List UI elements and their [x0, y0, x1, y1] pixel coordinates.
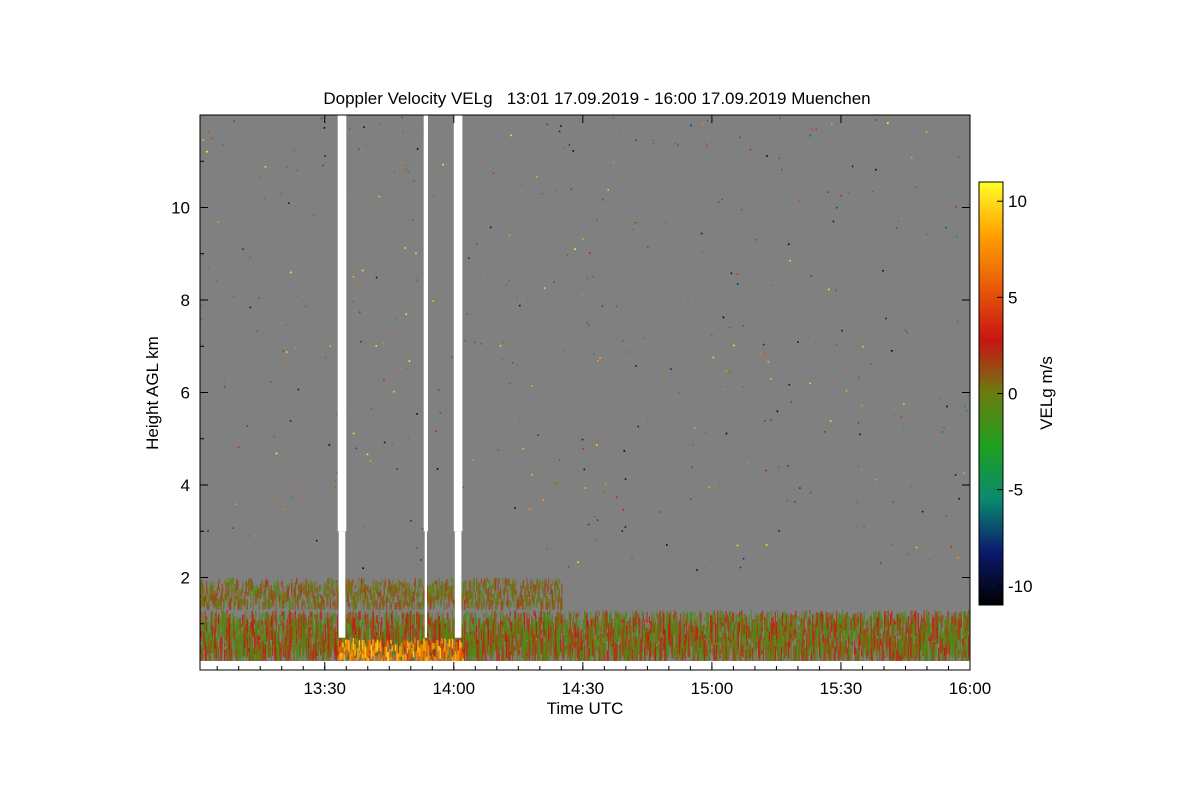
- colorbar-tick-label: -10: [1008, 577, 1033, 596]
- data-gap-lower-3: [454, 531, 462, 638]
- data-gap-3: [453, 115, 463, 532]
- x-tick-label: 13:30: [303, 679, 346, 698]
- x-tick-label: 15:00: [691, 679, 734, 698]
- x-tick-label: 14:30: [562, 679, 605, 698]
- data-gap-1: [337, 115, 347, 532]
- x-tick-label: 16:00: [949, 679, 992, 698]
- chart-title: Doppler Velocity VELg 13:01 17.09.2019 -…: [323, 89, 870, 108]
- y-tick-label: 2: [181, 569, 190, 588]
- x-tick-label: 14:00: [433, 679, 476, 698]
- x-tick-label: 15:30: [820, 679, 863, 698]
- plot-area: [200, 115, 970, 670]
- y-tick-label: 8: [181, 291, 190, 310]
- colorbar-tick-label: 10: [1008, 192, 1027, 211]
- surface-blind-zone: [200, 661, 970, 670]
- y-tick-label: 4: [181, 476, 190, 495]
- y-axis-label: Height AGL km: [143, 336, 162, 450]
- data-gap-lower-2: [424, 531, 427, 638]
- colorbar-tick-label: -5: [1008, 481, 1023, 500]
- y-tick-label: 6: [181, 384, 190, 403]
- colorbar-tick-label: 0: [1008, 385, 1017, 404]
- y-tick-label: 10: [171, 199, 190, 218]
- x-axis-label: Time UTC: [547, 699, 624, 718]
- colorbar-label: VELg m/s: [1037, 356, 1056, 430]
- colorbar-tick-label: 5: [1008, 288, 1017, 307]
- chart: Doppler Velocity VELg 13:01 17.09.2019 -…: [143, 89, 1056, 718]
- data-gap-lower-1: [338, 531, 346, 638]
- data-gap-2: [423, 115, 428, 532]
